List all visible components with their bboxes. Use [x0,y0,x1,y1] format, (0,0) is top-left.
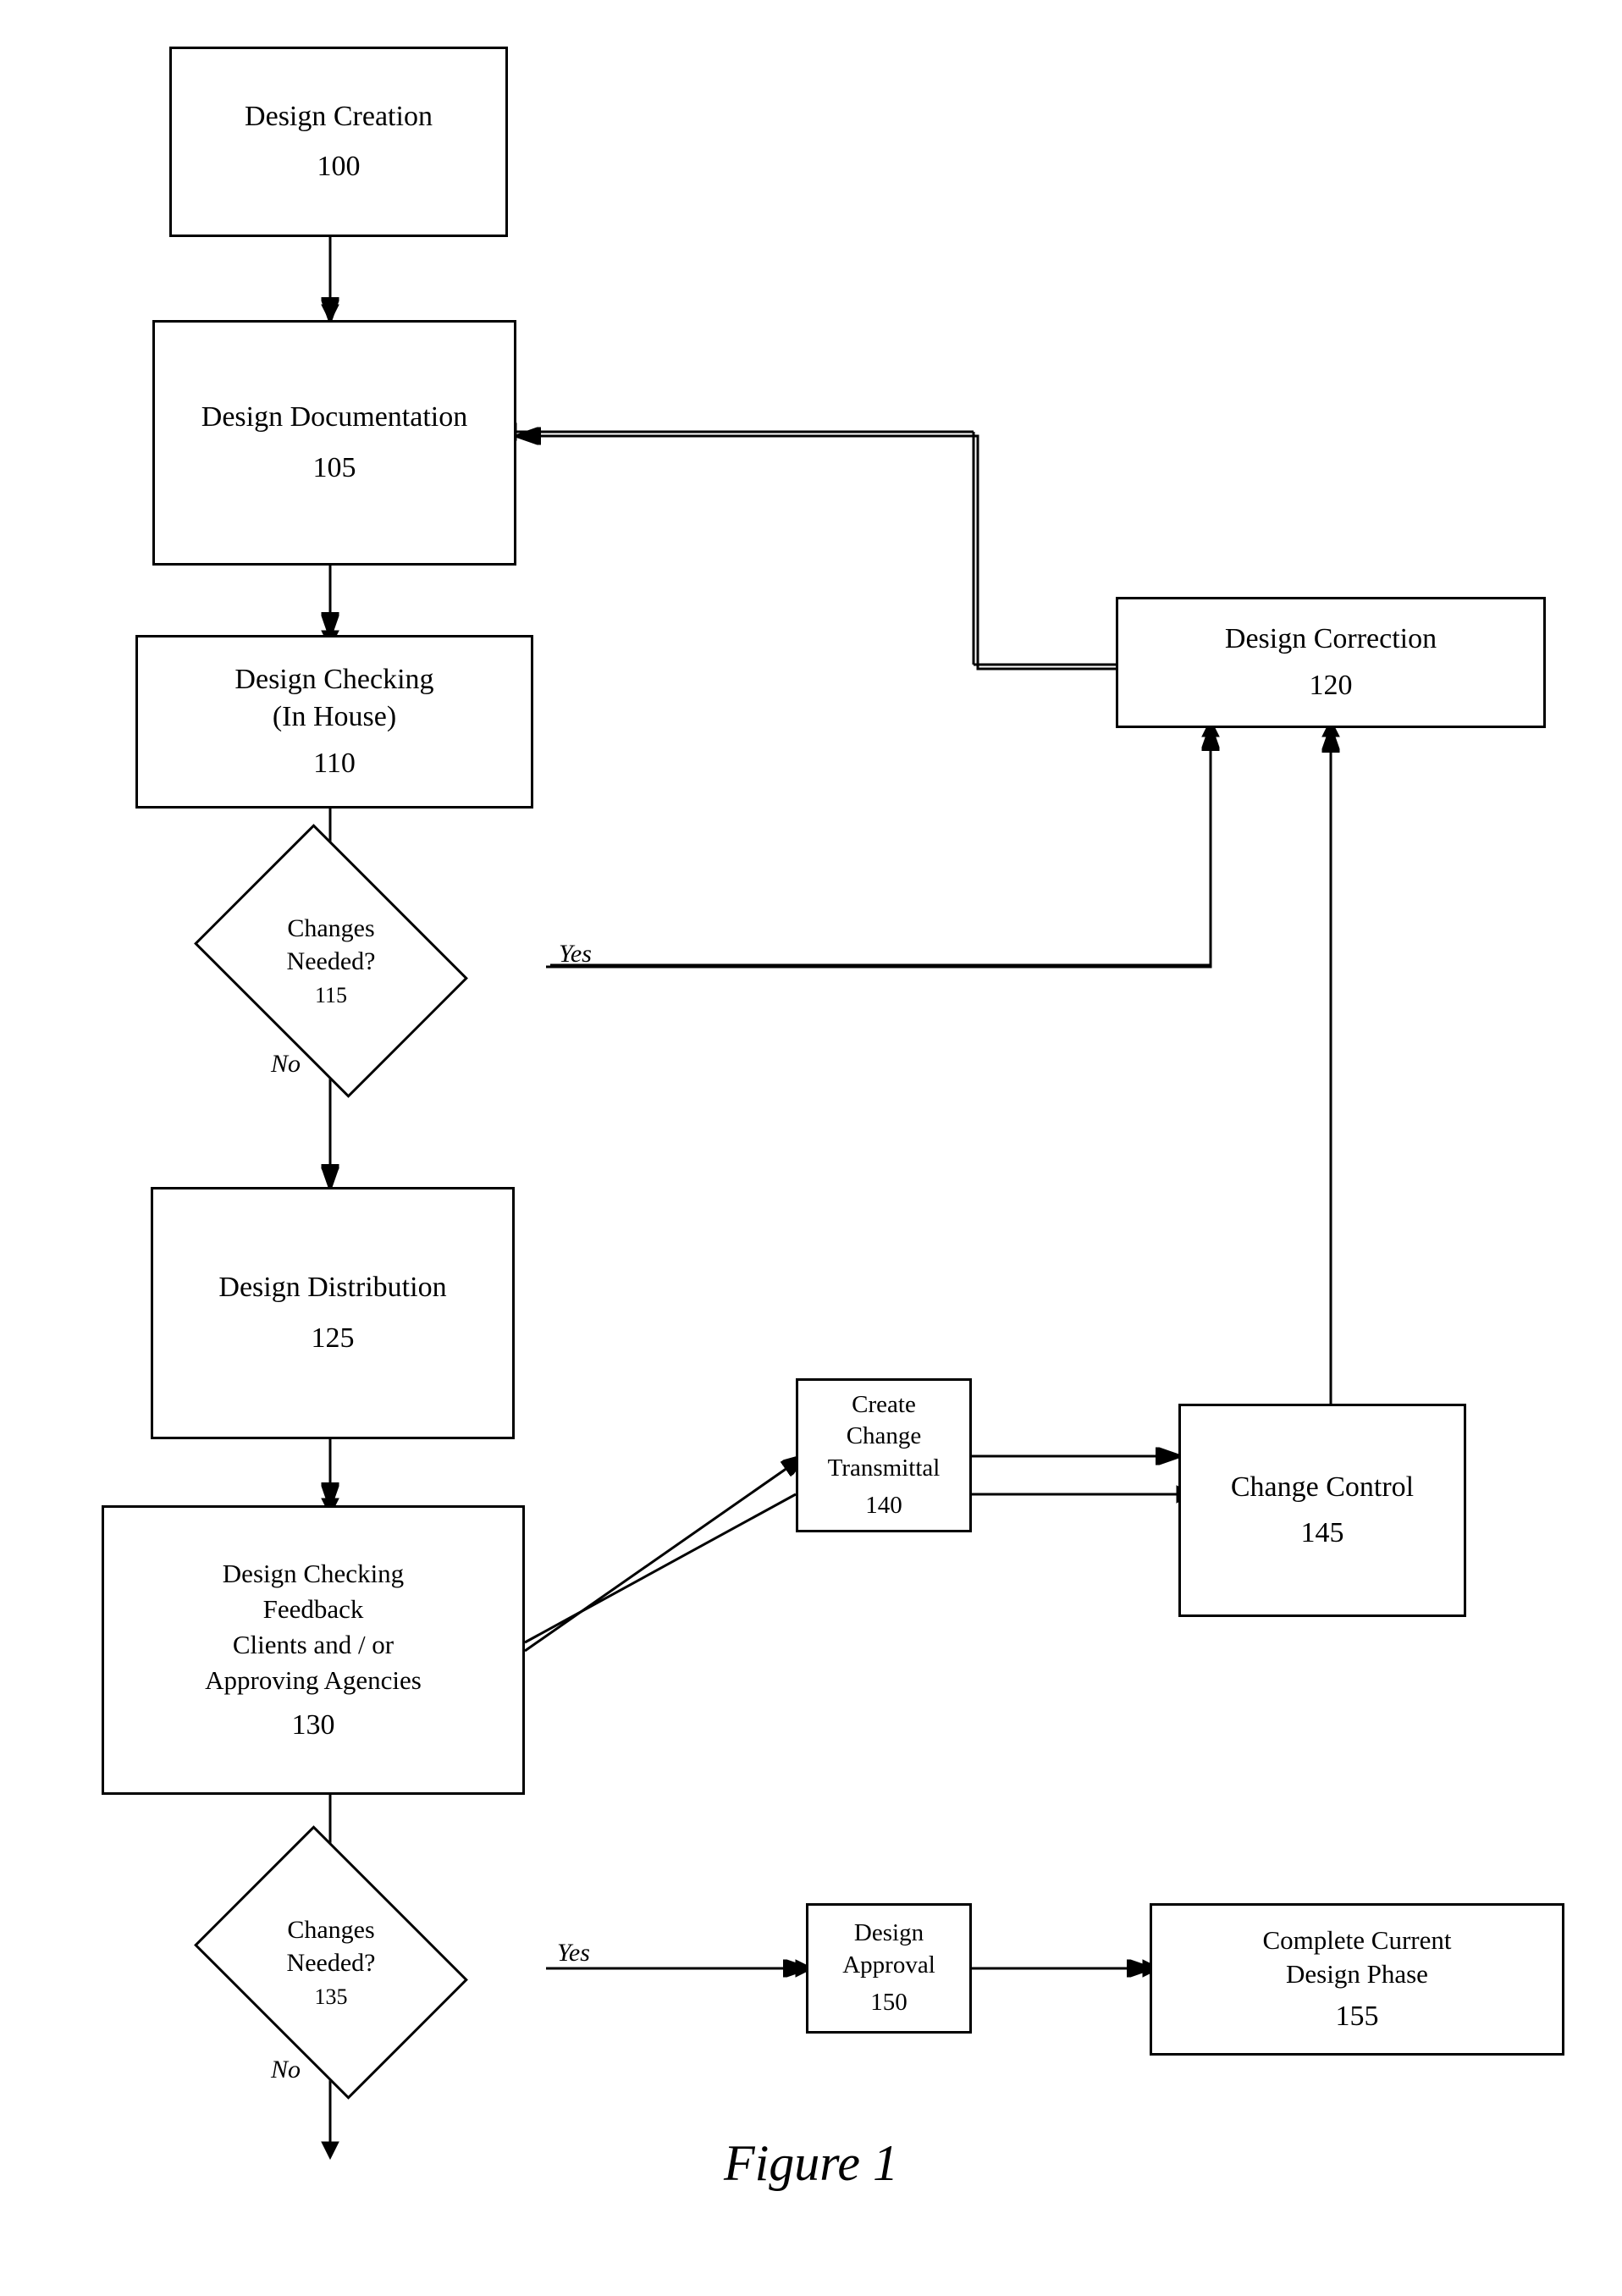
design-documentation-label: Design Documentation [201,399,467,436]
change-control-number: 145 [1301,1515,1344,1552]
figure-title: Figure 1 [724,2135,898,2191]
design-checking-feedback-label: Design CheckingFeedbackClients and / orA… [205,1556,422,1697]
changes-needed-115-diamond: ChangesNeeded? 115 [222,876,440,1046]
design-correction-label: Design Correction [1225,621,1437,658]
changes-needed-135-diamond: ChangesNeeded? 135 [222,1878,440,2047]
design-correction-number: 120 [1310,667,1353,704]
yes-label-135: Yes [557,1939,590,1968]
design-checking-inhouse-label: Design Checking(In House) [234,661,433,736]
design-checking-inhouse-number: 110 [313,745,356,782]
design-creation-number: 100 [317,148,361,185]
design-distribution-number: 125 [312,1320,355,1357]
design-documentation-number: 105 [313,450,356,487]
design-approval-number: 150 [870,1987,908,2019]
figure-caption: Figure 1 [0,2134,1622,2193]
design-correction-box: Design Correction 120 [1116,597,1546,728]
design-approval-box: DesignApproval 150 [806,1903,972,2034]
design-checking-inhouse-box: Design Checking(In House) 110 [135,635,533,809]
complete-current-number: 155 [1336,1998,1379,2035]
no-label-135: No [271,2056,301,2084]
design-checking-feedback-box: Design CheckingFeedbackClients and / orA… [102,1505,525,1795]
create-change-transmittal-number: 140 [865,1490,902,1522]
design-creation-label: Design Creation [245,98,433,135]
changes-needed-115-number: 115 [315,983,347,1007]
design-checking-feedback-number: 130 [292,1707,335,1744]
design-documentation-box: Design Documentation 105 [152,320,516,566]
changes-needed-135-number: 135 [315,1984,348,2009]
flowchart-diagram: Yes No Yes No Design Creation 100 Design… [0,0,1622,2218]
design-distribution-box: Design Distribution 125 [151,1187,515,1439]
create-change-transmittal-label: CreateChangeTransmittal [828,1389,941,1485]
create-change-transmittal-box: CreateChangeTransmittal 140 [796,1378,972,1532]
complete-current-design-phase-box: Complete CurrentDesign Phase 155 [1150,1903,1564,2056]
design-approval-label: DesignApproval [842,1918,935,1981]
yes-label-115: Yes [559,940,592,969]
design-creation-box: Design Creation 100 [169,47,508,237]
no-label-115: No [271,1050,301,1079]
changes-needed-135-label: ChangesNeeded? [287,1916,376,1977]
change-control-box: Change Control 145 [1178,1404,1466,1617]
change-control-label: Change Control [1231,1469,1414,1506]
changes-needed-115-label: ChangesNeeded? [287,914,376,975]
design-distribution-label: Design Distribution [218,1269,446,1306]
complete-current-label: Complete CurrentDesign Phase [1263,1923,1452,1992]
